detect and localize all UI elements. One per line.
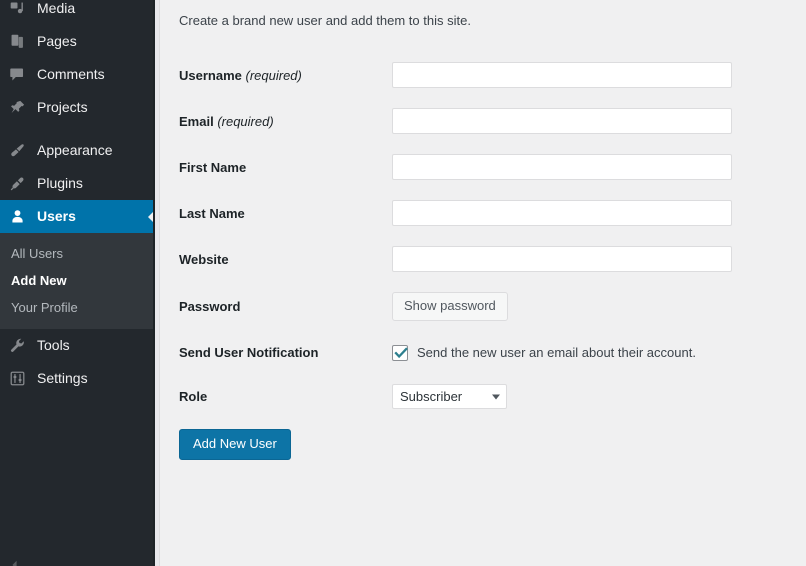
form-row-send-notification: Send User Notification Send the new user… — [179, 331, 797, 374]
role-select[interactable]: Subscriber — [392, 384, 507, 409]
comments-icon — [9, 66, 35, 83]
sidebar-item-label: Media — [35, 0, 75, 25]
admin-sidebar: Media Pages Comments — [0, 0, 155, 566]
website-input[interactable] — [392, 246, 732, 272]
role-select-wrap: Subscriber — [392, 384, 507, 409]
form-row-last-name: Last Name — [179, 190, 797, 236]
form-row-password: Password Show password — [179, 282, 797, 331]
send-notification-label: Send User Notification — [179, 331, 392, 374]
sidebar-item-label: Pages — [35, 25, 77, 58]
users-icon — [9, 208, 35, 225]
submenu-item-your-profile[interactable]: Your Profile — [0, 294, 155, 321]
first-name-input[interactable] — [392, 154, 732, 180]
username-cell — [392, 52, 797, 98]
password-cell: Show password — [392, 282, 797, 331]
form-row-username: Username (required) — [179, 52, 797, 98]
form-row-website: Website — [179, 236, 797, 282]
form-row-first-name: First Name — [179, 144, 797, 190]
projects-pin-icon — [9, 99, 35, 116]
sidebar-item-appearance[interactable]: Appearance — [0, 134, 155, 167]
sidebar-item-label: Comments — [35, 58, 105, 91]
users-submenu: All Users Add New Your Profile — [0, 233, 155, 329]
username-input[interactable] — [392, 62, 732, 88]
tools-wrench-icon — [9, 337, 35, 354]
sidebar-item-label: Users — [35, 200, 76, 233]
sidebar-item-users[interactable]: Users — [0, 200, 155, 233]
sidebar-overflow-peek — [0, 554, 155, 566]
send-notification-checkbox-row: Send the new user an email about their a… — [392, 344, 797, 362]
sidebar-item-label: Settings — [35, 362, 88, 395]
email-label-text: Email — [179, 114, 214, 129]
website-cell — [392, 236, 797, 282]
sidebar-item-plugins[interactable]: Plugins — [0, 167, 155, 200]
form-row-role: Role Subscriber — [179, 374, 797, 419]
add-user-form-table: Username (required) Email (required) — [179, 52, 797, 419]
form-submit-area: Add New User — [179, 419, 806, 460]
sidebar-item-label: Appearance — [35, 134, 113, 167]
username-required-note: (required) — [246, 68, 302, 83]
settings-sliders-icon — [9, 370, 35, 387]
send-notification-checkbox[interactable] — [392, 345, 408, 361]
role-label: Role — [179, 374, 392, 419]
website-label: Website — [179, 236, 392, 282]
page-intro-text: Create a brand new user and add them to … — [179, 0, 806, 30]
last-name-cell — [392, 190, 797, 236]
sidebar-item-settings[interactable]: Settings — [0, 362, 155, 395]
first-name-cell — [392, 144, 797, 190]
media-icon — [9, 0, 35, 17]
username-label: Username (required) — [179, 52, 392, 98]
sidebar-item-label: Plugins — [35, 167, 83, 200]
pages-icon — [9, 33, 35, 50]
send-notification-cell: Send the new user an email about their a… — [392, 331, 797, 374]
first-name-label: First Name — [179, 144, 392, 190]
email-label: Email (required) — [179, 98, 392, 144]
last-name-label: Last Name — [179, 190, 392, 236]
admin-menu: Media Pages Comments — [0, 0, 155, 395]
add-new-user-button[interactable]: Add New User — [179, 429, 291, 460]
username-label-text: Username — [179, 68, 242, 83]
sidebar-edge — [153, 0, 155, 566]
submenu-item-add-new[interactable]: Add New — [0, 267, 155, 294]
submenu-item-all-users[interactable]: All Users — [0, 240, 155, 267]
menu-separator — [0, 124, 155, 134]
show-password-button[interactable]: Show password — [392, 292, 508, 321]
sidebar-item-comments[interactable]: Comments — [0, 58, 155, 91]
sidebar-item-tools[interactable]: Tools — [0, 329, 155, 362]
appearance-brush-icon — [9, 142, 35, 159]
wordpress-admin-screen: Media Pages Comments — [0, 0, 806, 566]
collapse-menu-icon — [11, 558, 25, 566]
role-cell: Subscriber — [392, 374, 797, 419]
email-input[interactable] — [392, 108, 732, 134]
sidebar-item-label: Projects — [35, 91, 88, 124]
form-row-email: Email (required) — [179, 98, 797, 144]
email-required-note: (required) — [217, 114, 273, 129]
send-notification-checkbox-label[interactable]: Send the new user an email about their a… — [408, 344, 696, 362]
sidebar-item-label: Tools — [35, 329, 70, 362]
sidebar-item-projects[interactable]: Projects — [0, 91, 155, 124]
sidebar-item-pages[interactable]: Pages — [0, 25, 155, 58]
last-name-input[interactable] — [392, 200, 732, 226]
main-content: Create a brand new user and add them to … — [160, 0, 806, 566]
sidebar-item-media[interactable]: Media — [0, 0, 155, 25]
password-label: Password — [179, 282, 392, 331]
plugins-plug-icon — [9, 175, 35, 192]
email-cell — [392, 98, 797, 144]
